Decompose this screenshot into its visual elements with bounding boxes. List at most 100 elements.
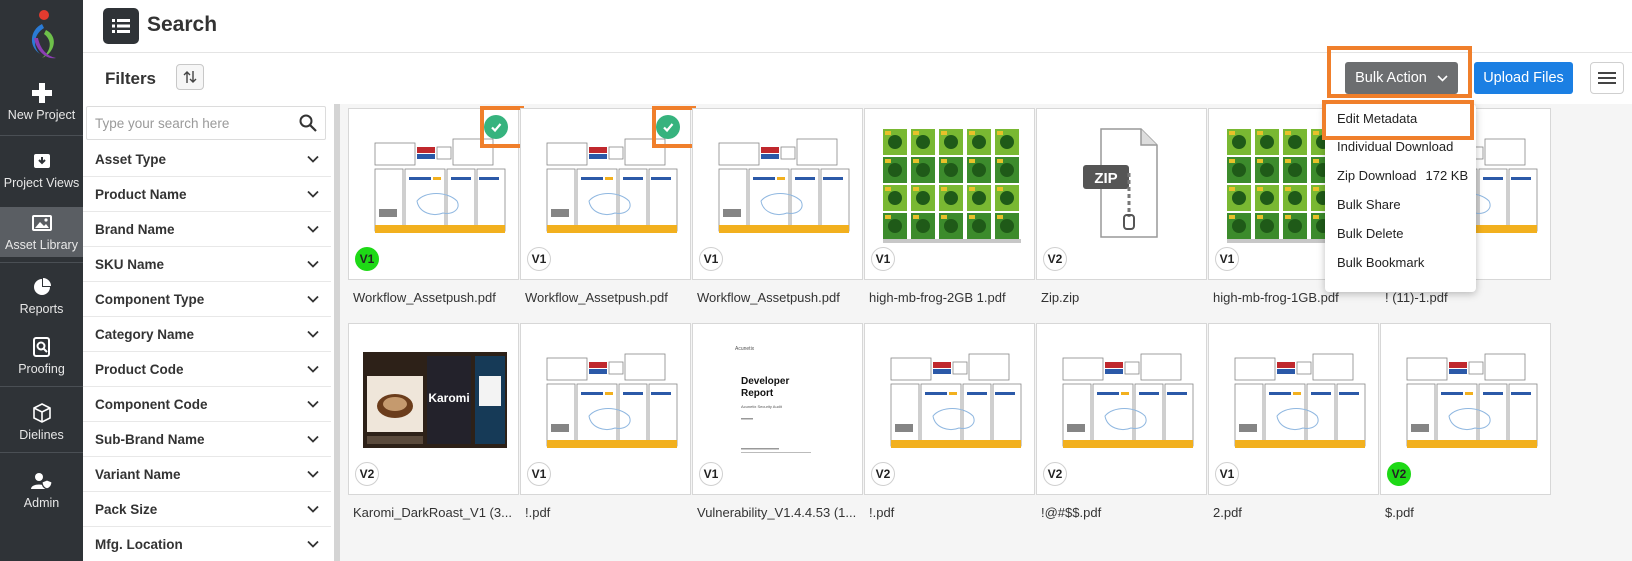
asset-thumbnail xyxy=(718,138,850,233)
cube-icon xyxy=(31,402,53,424)
selected-check-icon[interactable] xyxy=(484,115,508,139)
asset-filename[interactable]: Zip.zip xyxy=(1041,290,1213,305)
asset-filename[interactable]: Workflow_Assetpush.pdf xyxy=(697,290,869,305)
menu-item-zip-download[interactable]: Zip Download 172 KB xyxy=(1325,161,1476,189)
nav-project-views[interactable]: Project Views xyxy=(0,142,83,198)
nav-new-project[interactable]: New Project xyxy=(0,74,83,130)
chevron-down-icon xyxy=(307,365,319,373)
menu-item-individual-download[interactable]: Individual Download xyxy=(1325,132,1476,160)
asset-filename[interactable]: $.pdf xyxy=(1385,505,1557,520)
filter-label: Category Name xyxy=(95,326,195,342)
search-icon[interactable] xyxy=(299,114,317,132)
hamburger-menu-button[interactable] xyxy=(1590,62,1624,94)
left-nav: New Project Project Views Asset Library … xyxy=(0,0,83,561)
report-subtitle: Acunetix Security Audit xyxy=(741,404,783,409)
asset-thumbnail: ZIP xyxy=(1083,128,1158,238)
asset-card[interactable]: V1 xyxy=(864,108,1035,280)
asset-card[interactable]: V1 xyxy=(1208,323,1379,495)
asset-card[interactable]: V1 xyxy=(520,323,691,495)
asset-filename[interactable]: 2.pdf xyxy=(1213,505,1385,520)
asset-filename[interactable]: Workflow_Assetpush.pdf xyxy=(353,290,525,305)
version-badge: V1 xyxy=(699,247,723,271)
asset-filename[interactable]: high-mb-frog-1GB.pdf xyxy=(1213,290,1385,305)
selected-check-icon[interactable] xyxy=(656,115,680,139)
nav-dielines[interactable]: Dielines xyxy=(0,396,83,448)
asset-card[interactable]: V1 xyxy=(692,108,863,280)
list-menu-button[interactable] xyxy=(103,8,139,44)
filter-label: Product Code xyxy=(95,361,184,377)
upload-files-button[interactable]: Upload Files xyxy=(1474,62,1573,94)
menu-item-edit-metadata[interactable]: Edit Metadata xyxy=(1325,104,1476,132)
menu-item-label: Zip Download xyxy=(1337,167,1417,183)
filter-brand-name[interactable]: Brand Name xyxy=(83,212,331,247)
bulk-action-button[interactable]: Bulk Action xyxy=(1345,62,1458,94)
version-badge: V1 xyxy=(1215,462,1239,486)
asset-card[interactable]: Acunetix Developer Report Acunetix Security… xyxy=(692,323,863,495)
asset-card[interactable]: V2 xyxy=(864,323,1035,495)
asset-filename[interactable]: high-mb-frog-2GB 1.pdf xyxy=(869,290,1041,305)
filter-sub-brand-name[interactable]: Sub-Brand Name xyxy=(83,422,331,457)
user-shield-icon xyxy=(30,470,53,492)
list-icon xyxy=(112,19,130,33)
nav-admin[interactable]: Admin xyxy=(0,464,83,516)
asset-filename[interactable]: Karomi_DarkRoast_V1 (3... xyxy=(353,505,525,520)
chevron-down-icon xyxy=(1437,74,1448,82)
filter-asset-type[interactable]: Asset Type xyxy=(83,142,331,177)
asset-filename[interactable]: Workflow_Assetpush.pdf xyxy=(525,290,697,305)
coffee-brand-label: Karomi xyxy=(428,391,469,405)
asset-thumbnail xyxy=(1406,353,1538,448)
filter-label: Component Code xyxy=(95,396,208,412)
filters-title: Filters xyxy=(105,69,157,88)
bulk-action-label: Bulk Action xyxy=(1355,70,1427,86)
asset-filename[interactable]: !@#$$.pdf xyxy=(1041,505,1213,520)
nav-reports[interactable]: Reports xyxy=(0,270,83,322)
sort-arrows-icon xyxy=(183,71,197,83)
filter-label: Variant Name xyxy=(95,466,181,482)
chevron-down-icon xyxy=(307,190,319,198)
filter-variant-name[interactable]: Variant Name xyxy=(83,457,331,492)
filter-product-name[interactable]: Product Name xyxy=(83,177,331,212)
asset-card[interactable]: V1 xyxy=(520,108,691,280)
version-badge: V2 xyxy=(1387,462,1411,486)
bulk-action-menu: Edit Metadata Individual Download Zip Do… xyxy=(1325,104,1476,292)
asset-filename[interactable]: !.pdf xyxy=(525,505,697,520)
filter-category-name[interactable]: Category Name xyxy=(83,317,331,352)
filter-mfg-location[interactable]: Mfg. Location xyxy=(83,527,331,561)
asset-card[interactable]: ZIP V2 xyxy=(1036,108,1207,280)
app-logo-icon[interactable] xyxy=(20,8,62,64)
menu-item-bulk-share[interactable]: Bulk Share xyxy=(1325,190,1476,218)
nav-proofing[interactable]: Proofing xyxy=(0,330,83,382)
zip-size: 172 KB xyxy=(1425,167,1469,183)
filter-pack-size[interactable]: Pack Size xyxy=(83,492,331,527)
filter-product-code[interactable]: Product Code xyxy=(83,352,331,387)
report-title-line1: Developer xyxy=(741,376,789,387)
report-logo: Acunetix xyxy=(735,346,755,352)
asset-card[interactable]: V2 xyxy=(1380,323,1551,495)
asset-card[interactable]: V2 xyxy=(1036,323,1207,495)
chevron-down-icon xyxy=(307,155,319,163)
chevron-down-icon xyxy=(307,540,319,548)
menu-item-bulk-bookmark[interactable]: Bulk Bookmark xyxy=(1325,248,1476,276)
asset-filename[interactable]: ! (11)-1.pdf xyxy=(1385,290,1557,305)
version-badge: V2 xyxy=(871,462,895,486)
filter-sku-name[interactable]: SKU Name xyxy=(83,247,331,282)
menu-item-bulk-delete[interactable]: Bulk Delete xyxy=(1325,219,1476,247)
version-badge: V1 xyxy=(527,462,551,486)
asset-card[interactable]: V1 xyxy=(348,108,519,280)
report-title-line2: Report xyxy=(741,388,774,399)
chevron-down-icon xyxy=(307,505,319,513)
image-icon xyxy=(31,212,53,234)
nav-label: Project Views xyxy=(3,176,80,190)
sort-button[interactable] xyxy=(176,64,204,90)
filter-search-input[interactable] xyxy=(87,107,287,139)
page-title: Search xyxy=(147,13,218,36)
filter-component-code[interactable]: Component Code xyxy=(83,387,331,422)
asset-filename[interactable]: Vulnerability_V1.4.4.53 (1... xyxy=(697,505,869,520)
asset-card[interactable]: Karomi V2 xyxy=(348,323,519,495)
version-badge: V1 xyxy=(527,247,551,271)
asset-filename[interactable]: !.pdf xyxy=(869,505,1041,520)
filter-component-type[interactable]: Component Type xyxy=(83,282,331,317)
version-badge: V1 xyxy=(699,462,723,486)
nav-asset-library[interactable]: Asset Library xyxy=(0,207,83,257)
nav-label: Admin xyxy=(23,496,60,510)
